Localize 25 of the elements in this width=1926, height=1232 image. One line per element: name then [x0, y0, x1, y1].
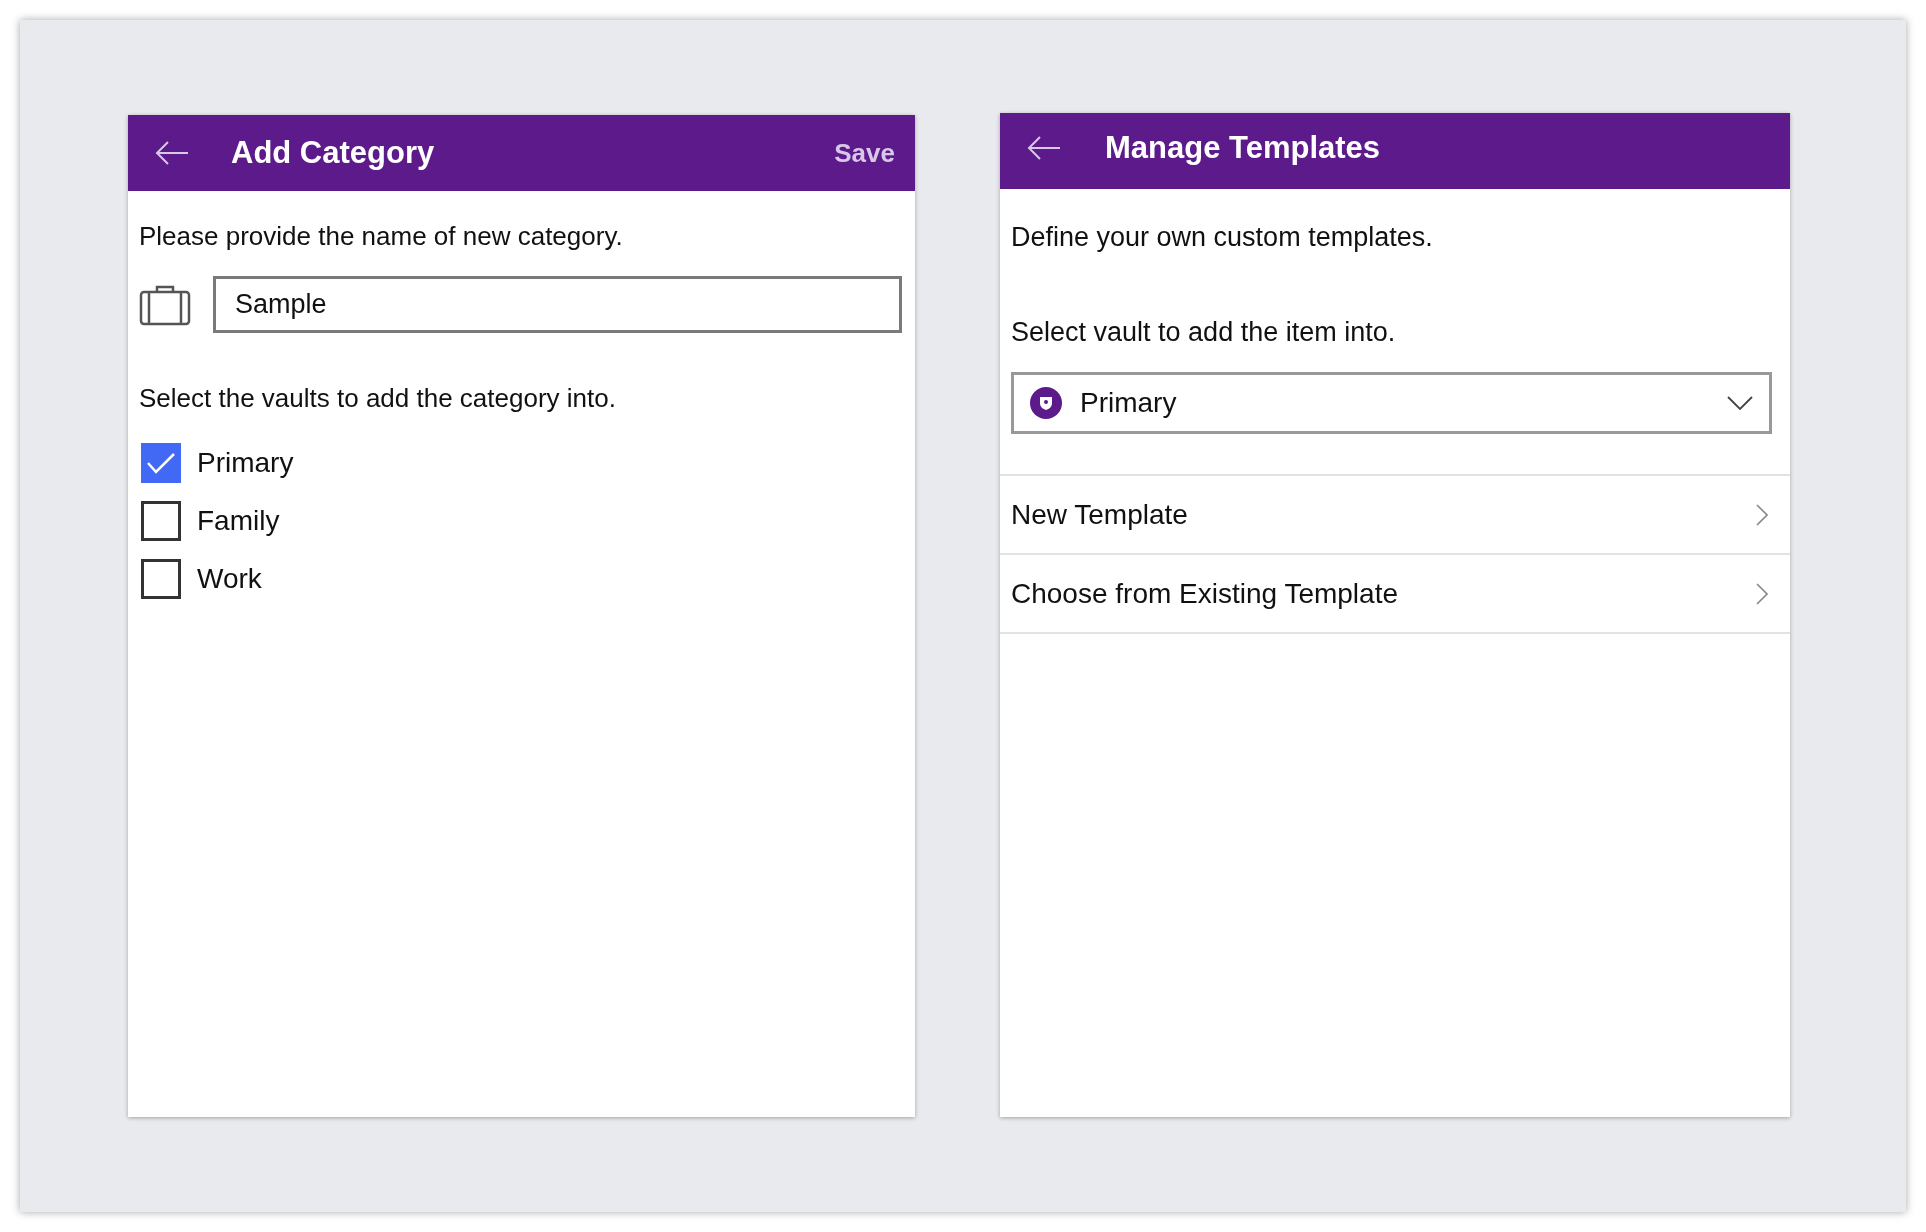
prompt-text: Please provide the name of new category. [139, 220, 624, 253]
chevron-down-icon [1727, 396, 1753, 410]
chevron-right-icon [1756, 582, 1768, 605]
checkbox[interactable] [141, 443, 181, 483]
screen-title: Add Category [231, 133, 435, 172]
chevron-right-icon [1756, 503, 1768, 526]
checkbox-label: Family [197, 504, 280, 538]
briefcase-icon [139, 283, 191, 326]
save-button[interactable]: Save [834, 133, 895, 173]
template-option[interactable]: New Template [1000, 476, 1790, 555]
screen-title: Manage Templates [1105, 128, 1381, 167]
checkbox[interactable] [141, 501, 181, 541]
checkbox-label: Primary [197, 446, 294, 480]
vault-dropdown[interactable]: Primary [1011, 372, 1772, 434]
intro-text: Define your own custom templates. [1011, 221, 1434, 254]
back-arrow-icon[interactable] [1027, 135, 1061, 161]
checkmark-icon [146, 452, 176, 474]
checkbox-label: Work [197, 562, 262, 596]
template-option[interactable]: Choose from Existing Template [1000, 555, 1790, 634]
vault-select-label: Select vault to add the item into. [1011, 315, 1397, 349]
vaults-label: Select the vaults to add the category into. [139, 382, 617, 415]
checkbox[interactable] [141, 559, 181, 599]
category-name-field[interactable]: Sample [213, 276, 902, 333]
back-arrow-icon[interactable] [155, 140, 189, 166]
shield-icon [1030, 387, 1062, 419]
